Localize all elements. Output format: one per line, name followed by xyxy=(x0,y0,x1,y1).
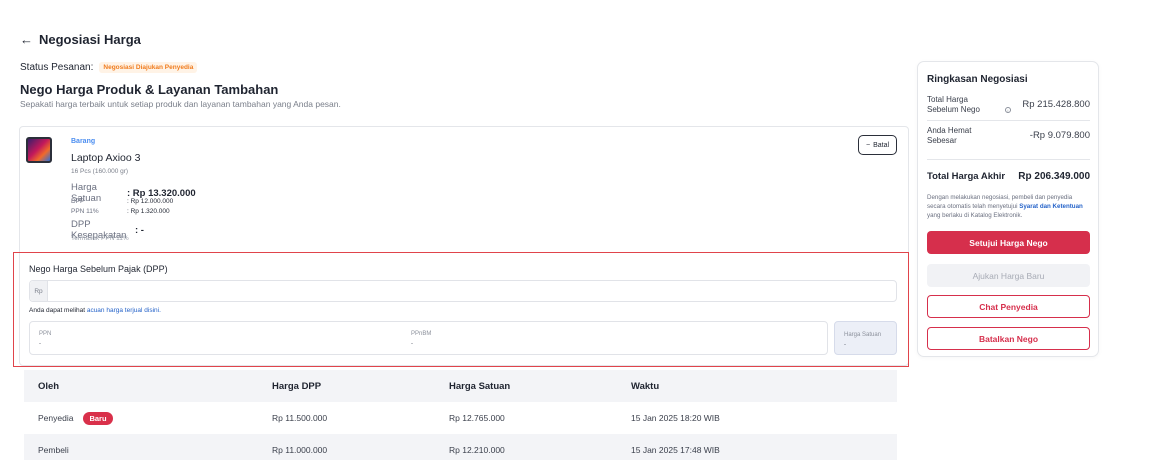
status-badge: Negosiasi Diajukan Penyedia xyxy=(99,62,198,73)
col-oleh: Oleh xyxy=(38,380,60,392)
row-waktu: 15 Jan 2025 18:20 WIB xyxy=(631,413,720,423)
minus-icon: − xyxy=(865,141,871,149)
dpp-value: : Rp 12.000.000 xyxy=(127,198,174,205)
col-harga-dpp: Harga DPP xyxy=(272,380,322,392)
terms-note-suffix: yang berlaku di Katalog Elektronik. xyxy=(927,212,1023,219)
table-row: Penyedia Baru Rp 11.500.000 Rp 12.765.00… xyxy=(24,402,897,434)
row-oleh: Pembeli xyxy=(24,445,272,455)
total-akhir-value: Rp 206.349.000 xyxy=(1018,171,1090,182)
batal-label: Batal xyxy=(873,141,890,149)
section-title: Nego Harga Produk & Layanan Tambahan xyxy=(20,82,279,97)
negotiation-history-table: Oleh Harga DPP Harga Satuan Waktu Penyed… xyxy=(24,370,897,460)
ppnbm-field-label: PPnBM xyxy=(411,331,432,337)
row-satuan: Rp 12.765.000 xyxy=(449,413,505,423)
divider xyxy=(927,159,1090,160)
row-satuan: Rp 12.210.000 xyxy=(449,445,505,455)
harga-satuan-field-label: Harga Satuan xyxy=(844,332,882,338)
tax-summary-box: PPN - PPnBM - xyxy=(29,321,828,355)
chat-penyedia-button[interactable]: Chat Penyedia xyxy=(927,295,1090,318)
ppnbm-field: PPnBM - xyxy=(411,331,431,347)
batalkan-nego-button[interactable]: Batalkan Nego xyxy=(927,327,1090,350)
divider xyxy=(927,120,1090,121)
harga-satuan-field: Harga Satuan - xyxy=(834,321,897,355)
row-oleh-text: Pembeli xyxy=(38,445,69,455)
negotiation-summary-panel: Ringkasan Negosiasi Total Harga Sebelum … xyxy=(917,61,1099,357)
ppn-note: Termasuk PPN 11% xyxy=(71,235,129,242)
terms-note: Dengan melakukan negosiasi, pembeli dan … xyxy=(927,193,1092,220)
hemat-row: Anda Hemat Sebesar -Rp 9.079.800 xyxy=(927,126,1090,146)
ppn-label: PPN 11% xyxy=(71,208,99,215)
back-arrow-icon[interactable]: ← xyxy=(20,32,33,47)
nego-price-input[interactable] xyxy=(48,281,896,301)
page-title: Negosiasi Harga xyxy=(39,32,141,47)
currency-prefix: Rp xyxy=(30,281,48,301)
product-category: Barang xyxy=(71,138,96,145)
terms-link[interactable]: Syarat dan Ketentuan xyxy=(1019,203,1083,210)
new-badge: Baru xyxy=(83,411,113,425)
table-row: Pembeli Rp 11.000.000 Rp 12.210.000 15 J… xyxy=(24,434,897,460)
ppnbm-field-value: - xyxy=(411,341,413,347)
total-akhir-row: Total Harga Akhir Rp 206.349.000 xyxy=(927,171,1090,182)
nego-input-group: Rp xyxy=(29,280,897,302)
setujui-harga-button[interactable]: Setujui Harga Nego xyxy=(927,231,1090,254)
info-icon[interactable]: i xyxy=(1005,107,1011,113)
hemat-value: -Rp 9.079.800 xyxy=(1029,130,1090,141)
ppn-field-value: - xyxy=(39,341,41,347)
product-name: Laptop Axioo 3 xyxy=(71,152,141,164)
ppn-value: : Rp 1.320.000 xyxy=(127,208,170,215)
col-harga-satuan: Harga Satuan xyxy=(449,380,511,392)
product-quantity: 16 Pcs (160.000 gr) xyxy=(71,168,129,175)
harga-satuan-value: : Rp 13.320.000 xyxy=(127,187,196,199)
row-waktu: 15 Jan 2025 17:48 WIB xyxy=(631,445,720,455)
ppn-row: PPN 11% : Rp 1.320.000 xyxy=(71,208,170,215)
row-dpp: Rp 11.500.000 xyxy=(272,413,328,423)
page-header: ← Negosiasi Harga xyxy=(20,32,141,47)
total-akhir-label: Total Harga Akhir xyxy=(927,171,1006,182)
hemat-label: Anda Hemat Sebesar xyxy=(927,126,972,145)
col-waktu: Waktu xyxy=(631,380,660,392)
acuan-link[interactable]: acuan harga terjual disini. xyxy=(87,307,161,314)
batal-button[interactable]: − Batal xyxy=(858,135,897,155)
nego-label: Nego Harga Sebelum Pajak (DPP) xyxy=(29,264,168,274)
ppn-field-label: PPN xyxy=(39,331,52,337)
ppn-field: PPN - xyxy=(39,331,51,347)
section-subtitle: Sepakati harga terbaik untuk setiap prod… xyxy=(20,99,341,109)
laptop-thumbnail-image xyxy=(26,137,52,163)
row-oleh: Penyedia Baru xyxy=(24,411,272,425)
acuan-text: Anda dapat melihat xyxy=(29,307,87,314)
acuan-hint: Anda dapat melihat acuan harga terjual d… xyxy=(29,307,161,314)
table-header: Oleh Harga DPP Harga Satuan Waktu xyxy=(24,370,897,402)
dpp-row: DPP : Rp 12.000.000 xyxy=(71,198,173,205)
row-dpp: Rp 11.000.000 xyxy=(272,445,328,455)
harga-satuan-field-value: - xyxy=(844,342,846,348)
summary-title: Ringkasan Negosiasi xyxy=(927,74,1028,85)
total-sebelum-label: Total Harga Sebelum Nego xyxy=(927,95,980,114)
total-sebelum-value: Rp 215.428.800 xyxy=(1022,99,1090,110)
ajukan-harga-baru-button[interactable]: Ajukan Harga Baru xyxy=(927,264,1090,287)
dpp-label: DPP xyxy=(71,198,85,205)
dpp-kesepakatan-value: : - xyxy=(135,224,144,236)
order-status: Status Pesanan: Negosiasi Diajukan Penye… xyxy=(20,62,198,73)
status-label: Status Pesanan: xyxy=(20,62,94,73)
row-oleh-text: Penyedia xyxy=(38,413,74,423)
total-sebelum-row: Total Harga Sebelum Nego i Rp 215.428.80… xyxy=(927,95,1090,115)
